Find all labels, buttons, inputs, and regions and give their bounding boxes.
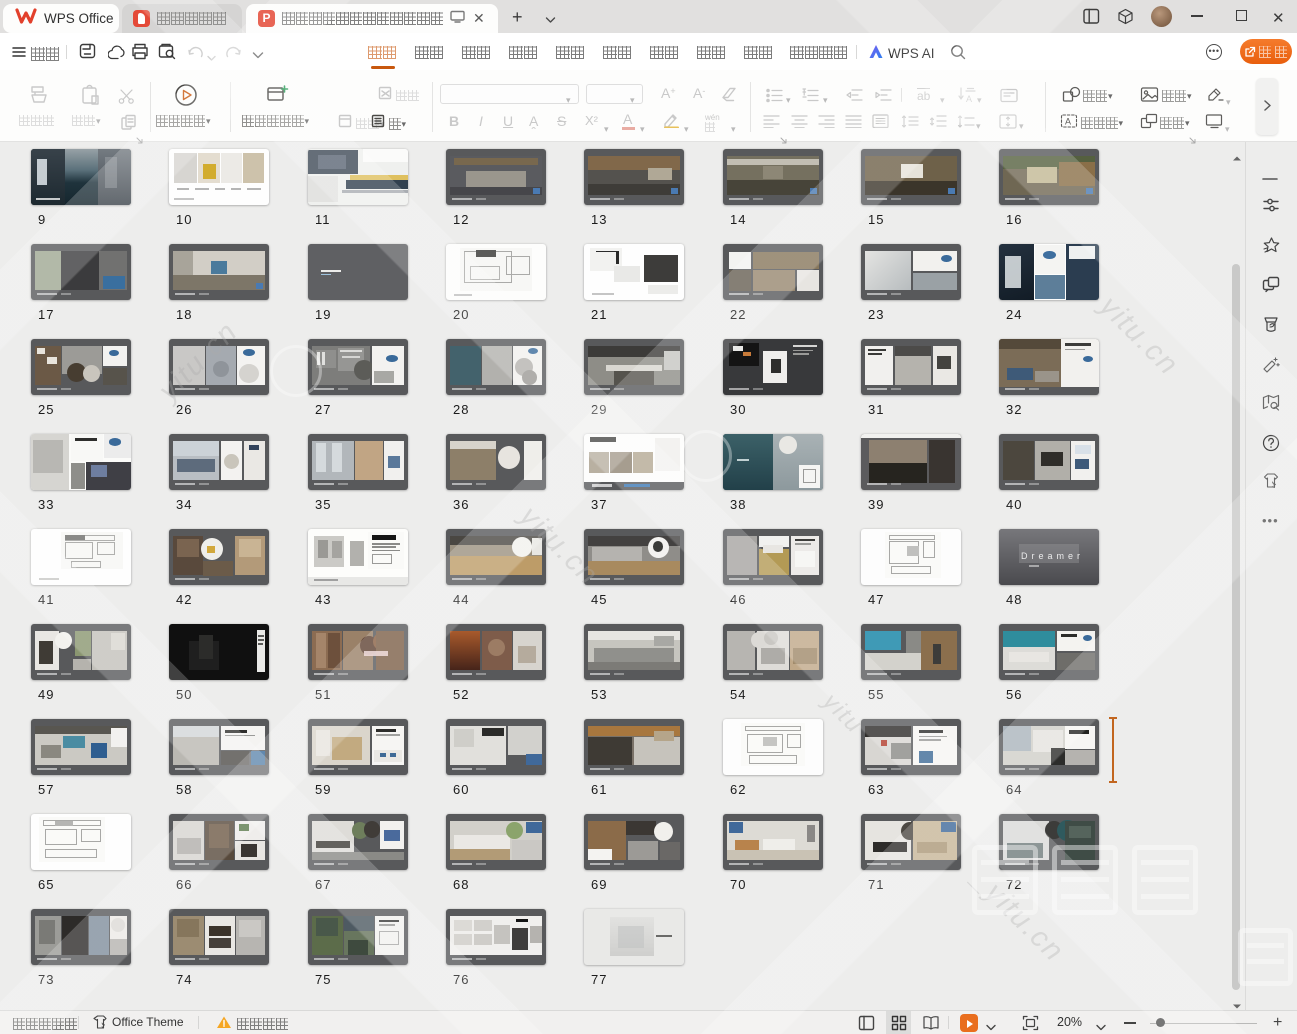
svg-text:A: A	[1065, 117, 1071, 127]
svg-text:A: A	[966, 94, 972, 103]
